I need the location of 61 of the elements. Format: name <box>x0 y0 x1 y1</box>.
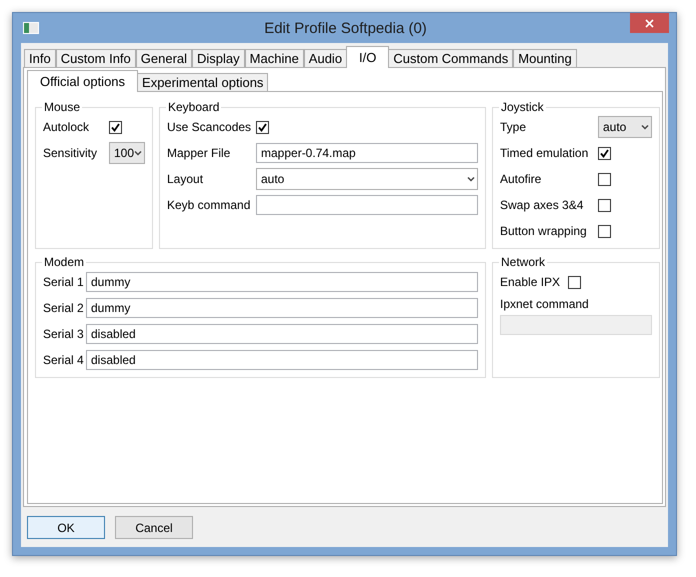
text-field[interactable]: dummy <box>86 272 478 292</box>
group-title: Modem <box>43 255 86 269</box>
close-button[interactable] <box>630 13 669 33</box>
field-label: Mapper File <box>167 146 232 160</box>
caret-icon <box>641 124 649 130</box>
field-label: Ipxnet command <box>500 297 590 311</box>
field-label: Autofire <box>500 172 542 186</box>
tab[interactable]: Display <box>192 49 245 68</box>
tab[interactable]: Experimental options <box>137 73 268 92</box>
caret-icon <box>467 176 475 182</box>
tab[interactable]: Info <box>24 49 56 68</box>
text-field[interactable] <box>256 195 478 215</box>
field-label: Serial 2 <box>43 301 85 315</box>
dropdown[interactable]: 100 <box>109 142 146 164</box>
field-label: Serial 1 <box>43 275 85 289</box>
checkmark-icon <box>600 148 609 158</box>
close-icon <box>645 18 654 28</box>
group-title: Mouse <box>43 100 82 114</box>
field-label: Use Scancodes <box>167 120 252 134</box>
app-icon <box>23 22 39 34</box>
field-label: Autolock <box>43 120 90 134</box>
checkbox[interactable] <box>598 198 611 212</box>
text-field[interactable]: dummy <box>86 298 478 318</box>
tab[interactable]: Machine <box>244 49 304 68</box>
tab[interactable]: Official options <box>27 70 138 92</box>
checkbox[interactable] <box>109 120 122 134</box>
checkbox[interactable] <box>568 276 581 288</box>
dropdown[interactable]: auto <box>256 168 478 190</box>
dropdown[interactable]: auto <box>598 116 652 138</box>
tab[interactable]: I/O <box>346 46 390 68</box>
field-label: Swap axes 3&4 <box>500 198 584 212</box>
group-title: Network <box>500 255 546 269</box>
tab[interactable]: Custom Commands <box>388 49 514 68</box>
checkbox[interactable] <box>598 224 611 238</box>
tab[interactable]: Custom Info <box>56 49 136 68</box>
field-label: Sensitivity <box>43 146 98 160</box>
caret-icon <box>134 150 142 156</box>
dialog-button[interactable]: Cancel <box>115 516 193 539</box>
tab[interactable]: Mounting <box>513 49 577 68</box>
field-label: Timed emulation <box>500 146 590 160</box>
field-label: Enable IPX <box>500 275 562 289</box>
field-label: Serial 3 <box>43 327 85 341</box>
text-field[interactable]: disabled <box>86 324 478 344</box>
text-field[interactable]: mapper-0.74.map <box>256 143 478 163</box>
window-title: Edit Profile Softpedia (0) <box>263 20 428 36</box>
dialog-button[interactable]: OK <box>27 516 105 539</box>
checkbox[interactable] <box>598 172 611 186</box>
checkmark-icon <box>111 122 120 132</box>
tab[interactable]: General <box>136 49 192 68</box>
field-label: Keyb command <box>167 198 252 212</box>
text-field[interactable]: disabled <box>86 350 478 370</box>
field-label: Serial 4 <box>43 353 85 367</box>
field-label: Type <box>500 120 528 134</box>
field-label: Layout <box>167 172 204 186</box>
group-title: Keyboard <box>167 100 220 114</box>
group-title: Joystick <box>500 100 545 114</box>
tab[interactable]: Audio <box>304 49 348 68</box>
checkbox[interactable] <box>598 146 611 160</box>
checkmark-icon <box>258 122 267 132</box>
checkbox[interactable] <box>256 120 269 134</box>
field-label: Button wrapping <box>500 224 588 238</box>
